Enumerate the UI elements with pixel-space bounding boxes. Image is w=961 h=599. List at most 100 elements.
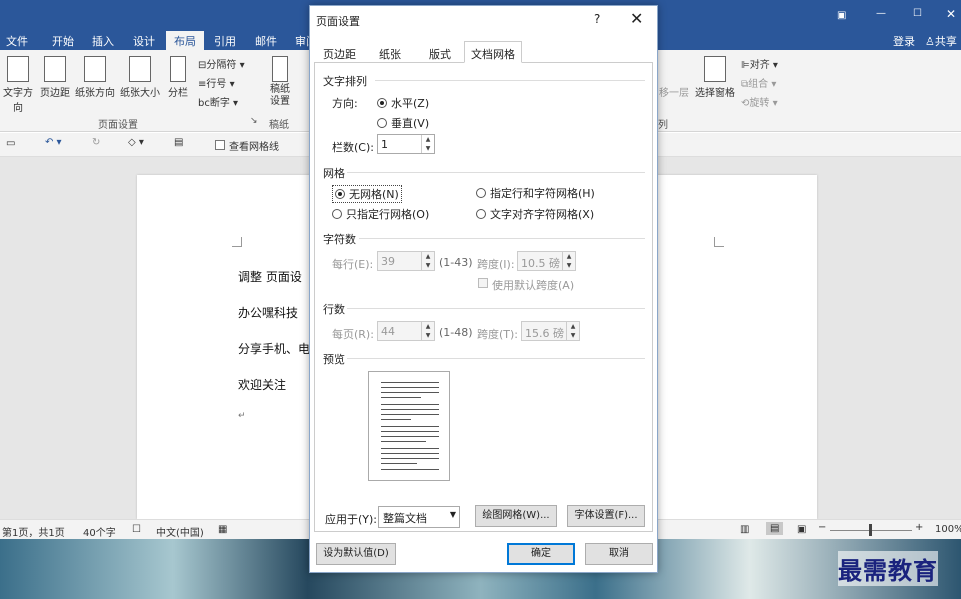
align-button[interactable]: ⊫对齐 ▾ <box>741 56 778 71</box>
draw-grid-button[interactable]: 绘图网格(W)... <box>475 505 557 527</box>
touch-mode-icon[interactable]: ◇ ▾ <box>128 137 144 148</box>
lines-per-page-value: 44 <box>381 325 395 338</box>
vertical-radio[interactable]: 垂直(V) <box>377 115 429 131</box>
close-window-icon[interactable]: ✕ <box>946 7 956 21</box>
spinner-arrows-icon[interactable]: ▲ ▼ <box>421 135 434 153</box>
read-mode-icon[interactable]: ▥ <box>740 524 749 535</box>
tab-layout[interactable]: 版式 <box>422 41 458 63</box>
lines-per-page-spinner[interactable]: 44 ▲ ▼ <box>377 321 435 341</box>
use-default-pitch-checkbox[interactable] <box>478 278 488 288</box>
breaks-button[interactable]: ⊟分隔符 ▾ <box>198 56 245 71</box>
status-words[interactable]: 40个字 <box>83 524 116 539</box>
line-numbers-button[interactable]: ≡行号 ▾ <box>198 75 235 90</box>
size-button[interactable]: 纸张大小 <box>118 56 162 99</box>
size-icon <box>129 56 151 82</box>
preview-line <box>381 404 439 405</box>
tab-references[interactable]: 引用 <box>214 33 236 49</box>
tab-layout[interactable]: 布局 <box>166 31 204 50</box>
columns-spinner[interactable]: 1 ▲ ▼ <box>377 134 435 154</box>
close-icon[interactable]: ✕ <box>630 9 643 28</box>
line-grid-only-label: 只指定行网格(O) <box>346 208 430 221</box>
size-label: 纸张大小 <box>120 88 160 99</box>
orientation-button[interactable]: 纸张方向 <box>73 56 117 99</box>
dialog-launcher-icon[interactable]: ↘ <box>250 116 258 126</box>
send-backward-button[interactable]: 移一层 <box>659 84 689 99</box>
spinner-arrows-icon[interactable]: ▲ ▼ <box>421 252 434 270</box>
redo-icon[interactable]: ↻ <box>92 137 100 148</box>
print-layout-icon[interactable]: ▤ <box>766 522 784 535</box>
tab-mailings[interactable]: 邮件 <box>255 33 277 49</box>
tab-design[interactable]: 设计 <box>133 33 155 49</box>
vertical-label: 垂直(V) <box>391 117 430 130</box>
spinner-arrows-icon[interactable]: ▲ ▼ <box>566 322 579 340</box>
no-grid-radio[interactable]: 无网格(N) <box>332 185 402 203</box>
cancel-button[interactable]: 取消 <box>585 543 653 565</box>
margins-button[interactable]: 页边距 <box>38 56 72 99</box>
ribbon-display-icon[interactable]: ▣ <box>837 10 846 21</box>
margins-label: 页边距 <box>40 88 70 99</box>
section-grid: 网格 <box>323 167 345 180</box>
share-button[interactable]: ♙共享 <box>925 33 957 49</box>
apply-to-select[interactable]: 整篇文档 ▼ <box>378 506 460 528</box>
tab-paper[interactable]: 纸张 <box>372 41 408 63</box>
spinner-arrows-icon[interactable]: ▲ ▼ <box>562 252 575 270</box>
maximize-icon[interactable]: ☐ <box>913 8 922 19</box>
text-direction-button[interactable]: 文字方向 <box>0 56 36 114</box>
macro-icon[interactable]: ▦ <box>218 524 227 535</box>
dialog-title: 页面设置 <box>316 15 360 28</box>
preview-line <box>381 419 411 420</box>
horizontal-radio[interactable]: 水平(Z) <box>377 95 429 111</box>
hyphenation-icon: bc <box>198 98 210 109</box>
minimize-icon[interactable]: — <box>876 8 886 19</box>
line-and-char-grid-radio[interactable]: 指定行和字符网格(H) <box>476 185 595 201</box>
proofing-icon[interactable]: ☐ <box>132 524 141 535</box>
view-gridlines-checkbox[interactable] <box>215 140 225 150</box>
zoom-level[interactable]: 100% <box>935 524 961 535</box>
radio-dot <box>476 188 486 198</box>
tab-margins[interactable]: 页边距 <box>316 41 363 63</box>
web-layout-icon[interactable]: ▣ <box>797 524 806 535</box>
line-pitch-value: 15.6 磅 <box>525 327 564 340</box>
line-pitch-spinner[interactable]: 15.6 磅 ▲ ▼ <box>521 321 580 341</box>
zoom-slider-thumb[interactable] <box>869 524 872 536</box>
spinner-arrows-icon[interactable]: ▲ ▼ <box>421 322 434 340</box>
manuscript-button[interactable]: 稿纸设置 <box>266 56 294 108</box>
columns-label: 分栏 <box>168 88 188 99</box>
line-grid-only-radio[interactable]: 只指定行网格(O) <box>332 206 429 222</box>
status-page[interactable]: 第1页，共1页 <box>2 524 65 539</box>
rotate-button[interactable]: ⟲旋转 ▾ <box>741 94 778 109</box>
tab-insert[interactable]: 插入 <box>92 33 114 49</box>
preview-line <box>381 426 439 427</box>
group-label-arrange: 列 <box>658 120 668 131</box>
tab-document-grid[interactable]: 文档网格 <box>464 41 522 63</box>
selection-pane-button[interactable]: 选择窗格 <box>694 56 736 99</box>
snap-to-char-grid-radio[interactable]: 文字对齐字符网格(X) <box>476 206 594 222</box>
ok-button[interactable]: 确定 <box>507 543 575 565</box>
line-and-char-grid-label: 指定行和字符网格(H) <box>490 187 595 200</box>
save-icon[interactable]: ▭ <box>6 138 15 149</box>
group-button[interactable]: ⧉组合 ▾ <box>741 75 776 90</box>
undo-icon[interactable]: ↶ ▾ <box>45 137 62 148</box>
print-preview-icon[interactable]: ▤ <box>174 137 183 148</box>
zoom-in-icon[interactable]: + <box>915 522 923 533</box>
text-direction-label: 文字方向 <box>3 88 33 114</box>
tab-file[interactable]: 文件 <box>6 33 28 49</box>
font-settings-button[interactable]: 字体设置(F)... <box>567 505 645 527</box>
preview-page <box>368 371 450 481</box>
hyphenation-button[interactable]: bc断字 ▾ <box>198 94 238 109</box>
signin-link[interactable]: 登录 <box>893 33 915 49</box>
columns-button[interactable]: 分栏 <box>165 56 191 99</box>
set-default-button[interactable]: 设为默认值(D) <box>316 543 396 565</box>
text-direction-icon <box>7 56 29 82</box>
chars-per-line-spinner[interactable]: 39 ▲ ▼ <box>377 251 435 271</box>
snap-to-char-grid-label: 文字对齐字符网格(X) <box>490 208 595 221</box>
zoom-out-icon[interactable]: − <box>818 522 826 533</box>
help-button[interactable]: ? <box>594 12 600 26</box>
radio-dot <box>377 118 387 128</box>
doc-line-2: 办公嘿科技 <box>238 306 299 320</box>
tab-home[interactable]: 开始 <box>52 33 74 49</box>
char-pitch-spinner[interactable]: 10.5 磅 ▲ ▼ <box>517 251 576 271</box>
chars-per-line-label: 每行(E): <box>332 258 374 271</box>
section-lines: 行数 <box>323 303 345 316</box>
status-language[interactable]: 中文(中国) <box>156 524 204 539</box>
